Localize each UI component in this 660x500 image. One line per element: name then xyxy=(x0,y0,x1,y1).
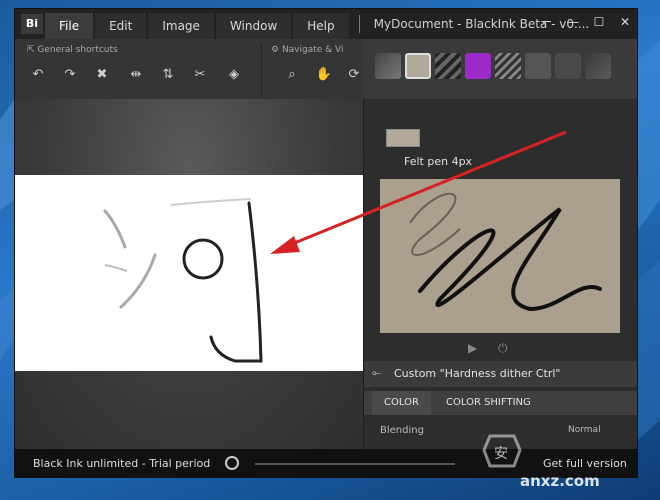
power-icon[interactable]: ⏻ xyxy=(498,341,508,356)
panel-tabs: COLOR COLOR SHIFTING xyxy=(364,391,637,415)
brush-preset-felt-pen[interactable] xyxy=(405,53,431,79)
general-shortcuts-label: ⇱ General shortcuts xyxy=(27,45,118,55)
brush-preset-color[interactable] xyxy=(465,53,491,79)
title-separator xyxy=(358,15,360,33)
flip-vertical-icon[interactable]: ⇅ xyxy=(157,67,179,85)
cut-icon[interactable]: ✂ xyxy=(189,67,211,85)
canvas-area[interactable] xyxy=(15,99,363,449)
app-window: Bi File Edit Image Window Help MyDocumen… xyxy=(14,8,638,478)
minimize-icon[interactable]: — xyxy=(563,15,583,29)
brush-preset-charcoal[interactable] xyxy=(435,53,461,79)
toolbar: ⇱ General shortcuts ⚙ Navigate & Vi ↶ ↷ … xyxy=(15,39,365,130)
brush-panel: Felt pen 4px ▶ ⏻ ⟜ Custom "Hardness dith… xyxy=(363,99,637,449)
rotate-view-icon[interactable]: ⟳ xyxy=(343,67,365,85)
drawing-paper[interactable] xyxy=(15,175,363,371)
menu-help[interactable]: Help xyxy=(293,13,349,39)
menu-bar: Bi File Edit Image Window Help MyDocumen… xyxy=(15,9,637,39)
close-icon[interactable]: ✕ xyxy=(615,15,635,29)
snap-icon[interactable]: ⌐ xyxy=(537,15,557,29)
menu-edit[interactable]: Edit xyxy=(95,13,147,39)
redo-icon[interactable]: ↷ xyxy=(59,67,81,85)
pan-hand-icon[interactable]: ✋ xyxy=(313,67,335,85)
brush-stroke-preview xyxy=(380,179,620,333)
blending-label: Blending xyxy=(380,425,424,436)
sketch-strokes xyxy=(103,198,263,363)
tab-color[interactable]: COLOR xyxy=(372,391,431,415)
app-logo[interactable]: Bi xyxy=(21,14,43,34)
pin-icon: ⇱ xyxy=(27,45,38,55)
watermark-site-text: anxz.com xyxy=(520,472,600,490)
maximize-icon[interactable]: ☐ xyxy=(589,15,609,29)
delete-icon[interactable]: ✖ xyxy=(91,67,113,85)
custom-brush-row[interactable]: ⟜ Custom "Hardness dither Ctrl" xyxy=(364,361,637,387)
navigate-label: ⚙ Navigate & Vi xyxy=(271,45,344,55)
menu-image[interactable]: Image xyxy=(148,13,214,39)
fill-icon[interactable]: ◈ xyxy=(223,67,245,85)
flip-horizontal-icon[interactable]: ⇹ xyxy=(125,67,147,85)
trial-status: Black Ink unlimited - Trial period xyxy=(33,457,211,470)
current-brush-thumbnail[interactable] xyxy=(386,129,420,147)
brush-preset-smudge[interactable] xyxy=(525,53,551,79)
brush-preset-hatch[interactable] xyxy=(495,53,521,79)
custom-brush-label: Custom "Hardness dither Ctrl" xyxy=(394,367,561,380)
fish-icon: ⟜ xyxy=(372,366,381,379)
menu-window[interactable]: Window xyxy=(215,13,292,39)
tab-color-shifting[interactable]: COLOR SHIFTING xyxy=(434,391,543,415)
timer-icon xyxy=(225,456,239,470)
trial-progress-track xyxy=(255,463,455,465)
brush-preset-pen[interactable] xyxy=(375,53,401,79)
settings-icon: ⚙ xyxy=(271,45,282,55)
svg-text:安: 安 xyxy=(494,446,508,462)
brush-strip xyxy=(363,39,637,99)
zoom-icon[interactable]: ⌕ xyxy=(281,67,303,85)
brush-name: Felt pen 4px xyxy=(404,155,473,168)
toolbar-divider xyxy=(261,43,262,95)
play-icon[interactable]: ▶ xyxy=(468,341,477,355)
eraser-icon[interactable] xyxy=(555,53,581,79)
brush-preset-blank[interactable] xyxy=(585,53,611,79)
menu-file[interactable]: File xyxy=(45,13,94,39)
undo-icon[interactable]: ↶ xyxy=(27,67,49,85)
